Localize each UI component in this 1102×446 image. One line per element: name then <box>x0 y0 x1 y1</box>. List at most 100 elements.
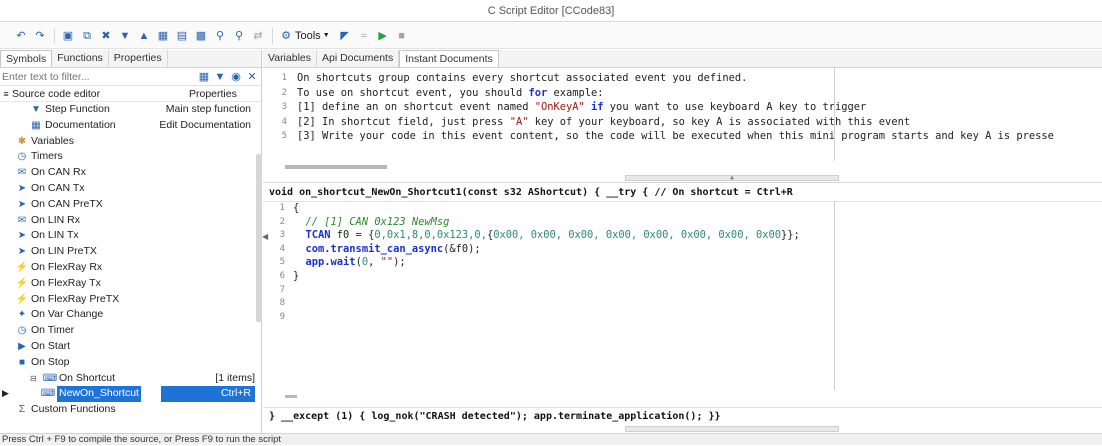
tree-item-label: Variables <box>31 134 74 147</box>
format-icon[interactable]: ⇄ <box>251 29 265 43</box>
tab-symbols[interactable]: Symbols <box>0 50 53 67</box>
line-number: 2 <box>279 216 285 227</box>
tree-item[interactable]: ⊟ ⌨ On Shortcut [1 items] <box>0 371 261 387</box>
tree-item-value: Main step function <box>165 103 251 115</box>
send-icon: ➤ <box>17 246 27 258</box>
collapse-left-icon[interactable]: ◀ <box>262 232 268 241</box>
var-change-icon: ✦ <box>17 309 27 321</box>
window-title: C Script Editor [CCode83] <box>0 0 1102 22</box>
code-lines: 1{2 // [1] CAN 0x123 NewMsg 3 TCAN f0 = {… <box>263 202 1102 324</box>
code-token: }}; <box>780 229 800 242</box>
tree-item[interactable]: ⚡ On FlexRay PreTX <box>0 292 261 308</box>
tree-item[interactable]: Σ Custom Functions <box>0 402 261 418</box>
list-icon[interactable]: ▩ <box>194 29 208 43</box>
instant-documents-pane[interactable]: 1 On shortcuts group contains every short… <box>263 68 1102 183</box>
code-line: 6} <box>263 270 1102 284</box>
code-scrollbar[interactable] <box>285 395 297 398</box>
tree-item-label: Documentation <box>45 118 116 131</box>
collapse-icon[interactable]: ≡ <box>0 89 12 99</box>
envelope-icon: ✉ <box>17 214 27 226</box>
replace-icon[interactable]: ⚲ <box>232 29 246 43</box>
tree-item[interactable]: ✉ On LIN Rx <box>0 213 261 229</box>
tools-label: Tools <box>295 29 321 42</box>
code-margin-line <box>834 202 835 390</box>
undo-icon[interactable]: ↶ <box>14 29 28 43</box>
tree-item[interactable]: ▼ Step Function Main step function <box>0 102 261 118</box>
table-icon[interactable]: ▤ <box>175 29 189 43</box>
tree-item-label: On Stop <box>31 355 70 368</box>
delete-icon[interactable]: ✖ <box>99 29 113 43</box>
tab-api-documents[interactable]: Api Documents <box>317 50 400 67</box>
tree-item[interactable]: ▶ ⌨ NewOn_Shortcut Ctrl+R <box>0 386 261 403</box>
tree-item[interactable]: ▦ Documentation Edit Documentation <box>0 118 261 134</box>
code-line: 1 On shortcuts group contains every short… <box>263 71 1102 86</box>
tree-item[interactable]: ◷ Timers <box>0 149 261 165</box>
code-token: 0x00, 0x00, 0x00, 0x00, 0x00, 0x00, 0x00… <box>493 229 781 242</box>
tab-instant-documents[interactable]: Instant Documents <box>399 50 499 67</box>
doc-scrollbar[interactable] <box>285 165 387 169</box>
move-down-icon[interactable]: ▼ <box>118 29 132 43</box>
line-number: 3 <box>281 102 287 112</box>
tree-item[interactable]: ⚡ On FlexRay Tx <box>0 276 261 292</box>
tree-item-label: On Timer <box>31 324 75 337</box>
tab-properties[interactable]: Properties <box>109 50 168 67</box>
move-up-icon[interactable]: ▲ <box>137 29 151 43</box>
expand-all-icon[interactable]: ▦ <box>197 70 211 83</box>
copy-icon[interactable]: ⧉ <box>80 29 94 43</box>
tree-item[interactable]: ➤ On CAN Tx <box>0 181 261 197</box>
insert-icon[interactable]: ▦ <box>156 29 170 43</box>
redo-icon[interactable]: ↷ <box>33 29 47 43</box>
stop-icon[interactable]: ■ <box>395 29 409 43</box>
code-token: TCAN <box>293 229 331 242</box>
open-folder-icon[interactable]: ◤ <box>338 29 352 43</box>
tree-item-label: On Shortcut <box>59 371 116 384</box>
tree-item-label: On FlexRay Rx <box>31 260 103 273</box>
compile-icon[interactable]: ≈ <box>357 29 371 43</box>
code-token: To use on shortcut event, you should <box>297 86 529 99</box>
code-line: 9 <box>263 311 1102 325</box>
stop-icon: ■ <box>18 356 26 368</box>
code-editor[interactable]: 1{2 // [1] CAN 0x123 NewMsg 3 TCAN f0 = {… <box>263 202 1102 407</box>
splitter-handle-bottom[interactable] <box>625 426 839 432</box>
run-icon[interactable]: ▶ <box>376 29 390 43</box>
tree-item[interactable]: ➤ On CAN PreTX <box>0 197 261 213</box>
search-icon[interactable]: ⚲ <box>213 29 227 43</box>
tree-item[interactable]: ✱ Variables <box>0 134 261 150</box>
doc-margin-line <box>834 68 835 161</box>
filter-dropdown-icon[interactable]: ▼ <box>213 71 227 83</box>
code-token: [1] define an on shortcut event named <box>297 101 535 113</box>
send-icon: ➤ <box>17 230 27 242</box>
tools-menu-button[interactable]: ⚙ Tools ▼ <box>279 29 330 43</box>
clear-filter-icon[interactable]: ✕ <box>245 70 259 83</box>
collapse-icon[interactable]: ⊟ <box>30 371 37 387</box>
tree-item[interactable]: ➤ On LIN Tx <box>0 228 261 244</box>
timer-icon: ◷ <box>17 325 27 337</box>
code-line: 3 [1] define an on shortcut event named "… <box>263 100 1102 115</box>
tree-item[interactable]: ✉ On CAN Rx <box>0 165 261 181</box>
code-token: // [1] CAN 0x123 NewMsg <box>293 215 450 228</box>
splitter-handle[interactable]: ▲ <box>625 175 839 181</box>
code-token: 0,0x1,8,0,0x123,0, <box>374 229 487 242</box>
tree-item[interactable]: ➤ On LIN PreTX <box>0 244 261 260</box>
filter-input[interactable] <box>2 68 197 85</box>
tree-item[interactable]: ⚡ On FlexRay Rx <box>0 260 261 276</box>
tree-header-value: Properties <box>189 87 237 100</box>
tree-item[interactable]: ✦ On Var Change <box>0 307 261 323</box>
tree-item[interactable]: ▶ On Start <box>0 339 261 355</box>
tab-functions[interactable]: Functions <box>52 50 109 67</box>
code-line: 4 [2] In shortcut field, just press "A" k… <box>263 115 1102 130</box>
tree-item-label: Timers <box>31 150 63 163</box>
save-icon[interactable]: ▣ <box>61 29 75 43</box>
code-token: com.transmit_can_async <box>293 242 444 255</box>
tab-variables[interactable]: Variables <box>263 50 317 67</box>
keyboard-icon: ⌨ <box>42 372 58 384</box>
code-token: (&f0); <box>443 242 481 255</box>
tree-item-value: Edit Documentation <box>159 118 251 131</box>
code-token: app.wait <box>293 256 356 269</box>
tree-item-label: On FlexRay Tx <box>31 276 101 289</box>
refresh-icon[interactable]: ◉ <box>229 70 243 83</box>
code-line: 8 <box>263 297 1102 311</box>
tree-item[interactable]: ■ On Stop <box>0 355 261 371</box>
tree-item[interactable]: ◷ On Timer <box>0 323 261 339</box>
timer-icon: ◷ <box>17 151 27 163</box>
